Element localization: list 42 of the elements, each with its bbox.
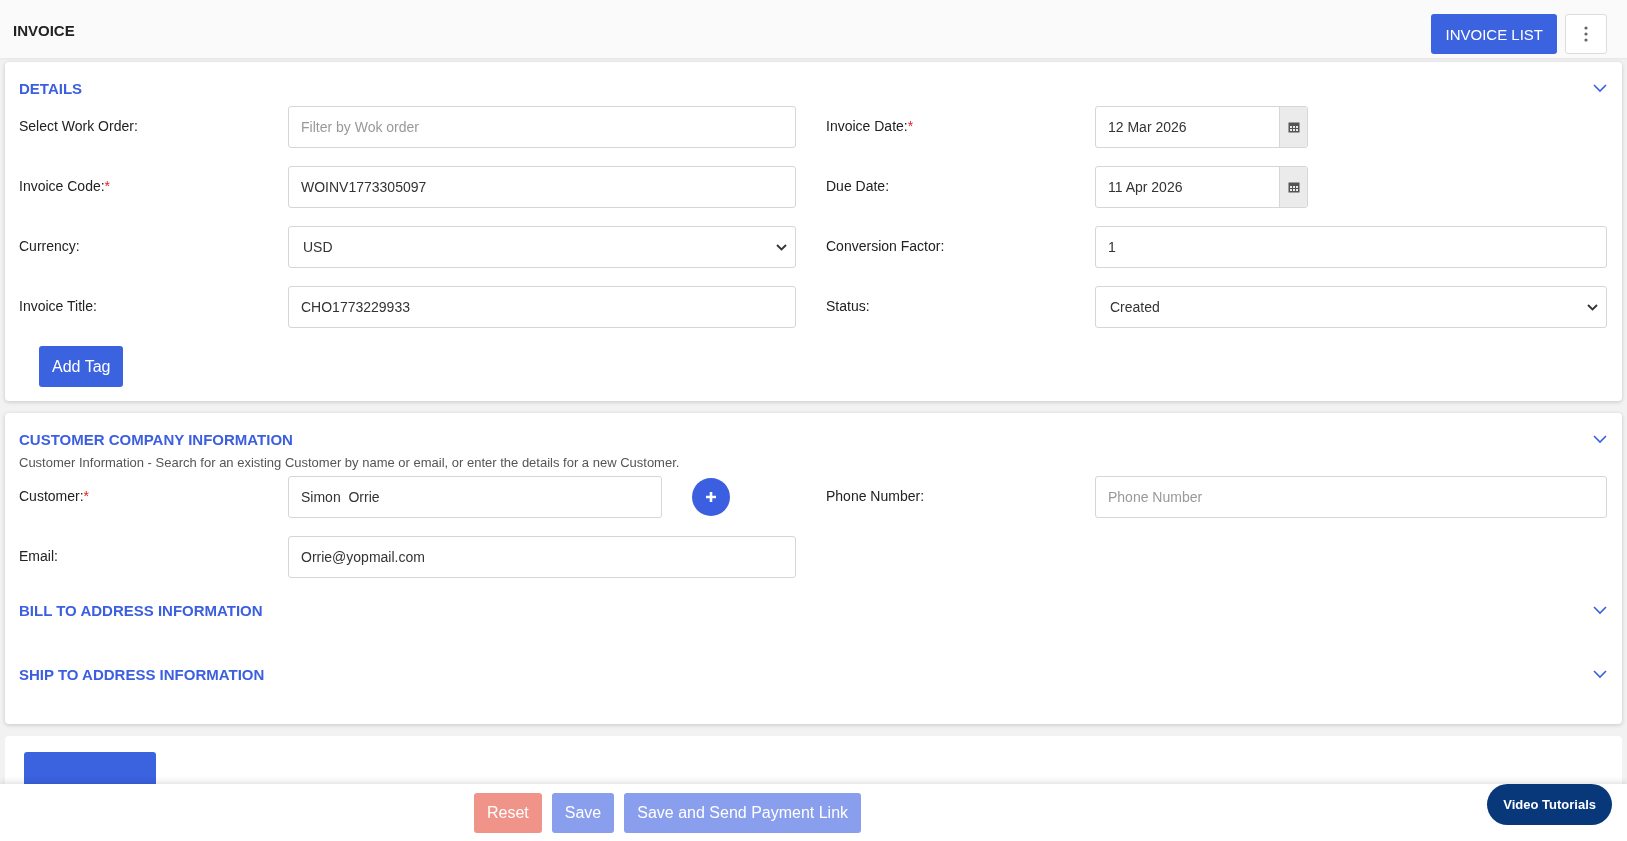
section-description: Customer Information - Search for an existing Customer by name or email, or enter the details for a new Customer. (19, 455, 681, 470)
more-vertical-icon (1584, 26, 1588, 42)
calendar-icon[interactable] (1279, 167, 1307, 207)
caret-down-icon (776, 243, 787, 251)
text-field[interactable]: CHO1773229933 (288, 286, 796, 328)
section-title[interactable]: SHIP TO ADDRESS INFORMATION (19, 665, 265, 683)
video-tutorials-button[interactable]: Video Tutorials (1487, 784, 1612, 825)
chevron-down-icon[interactable] (1593, 434, 1607, 444)
text-field[interactable]: WOINV1773305097 (288, 166, 796, 208)
section-title[interactable]: BILL TO ADDRESS INFORMATION (19, 601, 263, 619)
date-field[interactable]: 12 Mar 2026 (1095, 106, 1308, 148)
text-field[interactable]: Orrie@yopmail.com (288, 536, 796, 578)
field-label: Select Work Order: (19, 117, 139, 134)
section-title: CUSTOMER COMPANY INFORMATION (19, 430, 293, 448)
chevron-down-icon[interactable] (1593, 605, 1607, 615)
field-label: Invoice Date:* (826, 117, 915, 134)
section-title: DETAILS (19, 79, 83, 97)
chevron-down-icon[interactable] (1593, 669, 1607, 679)
field-label: Invoice Title: (19, 297, 98, 314)
page-title: INVOICE (13, 22, 75, 39)
field-label: Status: (826, 297, 871, 314)
caret-down-icon (1587, 303, 1598, 311)
field-label: Email: (19, 547, 59, 564)
date-field[interactable]: 11 Apr 2026 (1095, 166, 1308, 208)
text-field[interactable]: Simon Orrie (288, 476, 662, 518)
select-field[interactable]: USD (288, 226, 796, 268)
chevron-down-icon[interactable] (1593, 83, 1607, 93)
text-field[interactable]: 1 (1095, 226, 1607, 268)
text-field[interactable]: Phone Number (1095, 476, 1607, 518)
invoice-list-button[interactable]: INVOICE LIST (1431, 14, 1557, 54)
plus-icon (705, 491, 717, 503)
field-label: Phone Number: (826, 487, 926, 504)
add-tag-button[interactable]: Add Tag (39, 346, 124, 387)
field-label: Customer:* (19, 487, 91, 504)
field-label: Due Date: (826, 177, 891, 194)
calendar-icon[interactable] (1279, 107, 1307, 147)
field-label: Conversion Factor: (826, 237, 946, 254)
add-customer-button[interactable] (692, 478, 730, 516)
text-field[interactable]: Filter by Wok order (288, 106, 796, 148)
select-field[interactable]: Created (1095, 286, 1607, 328)
field-label: Invoice Code:* (19, 177, 112, 194)
field-label: Currency: (19, 237, 81, 254)
